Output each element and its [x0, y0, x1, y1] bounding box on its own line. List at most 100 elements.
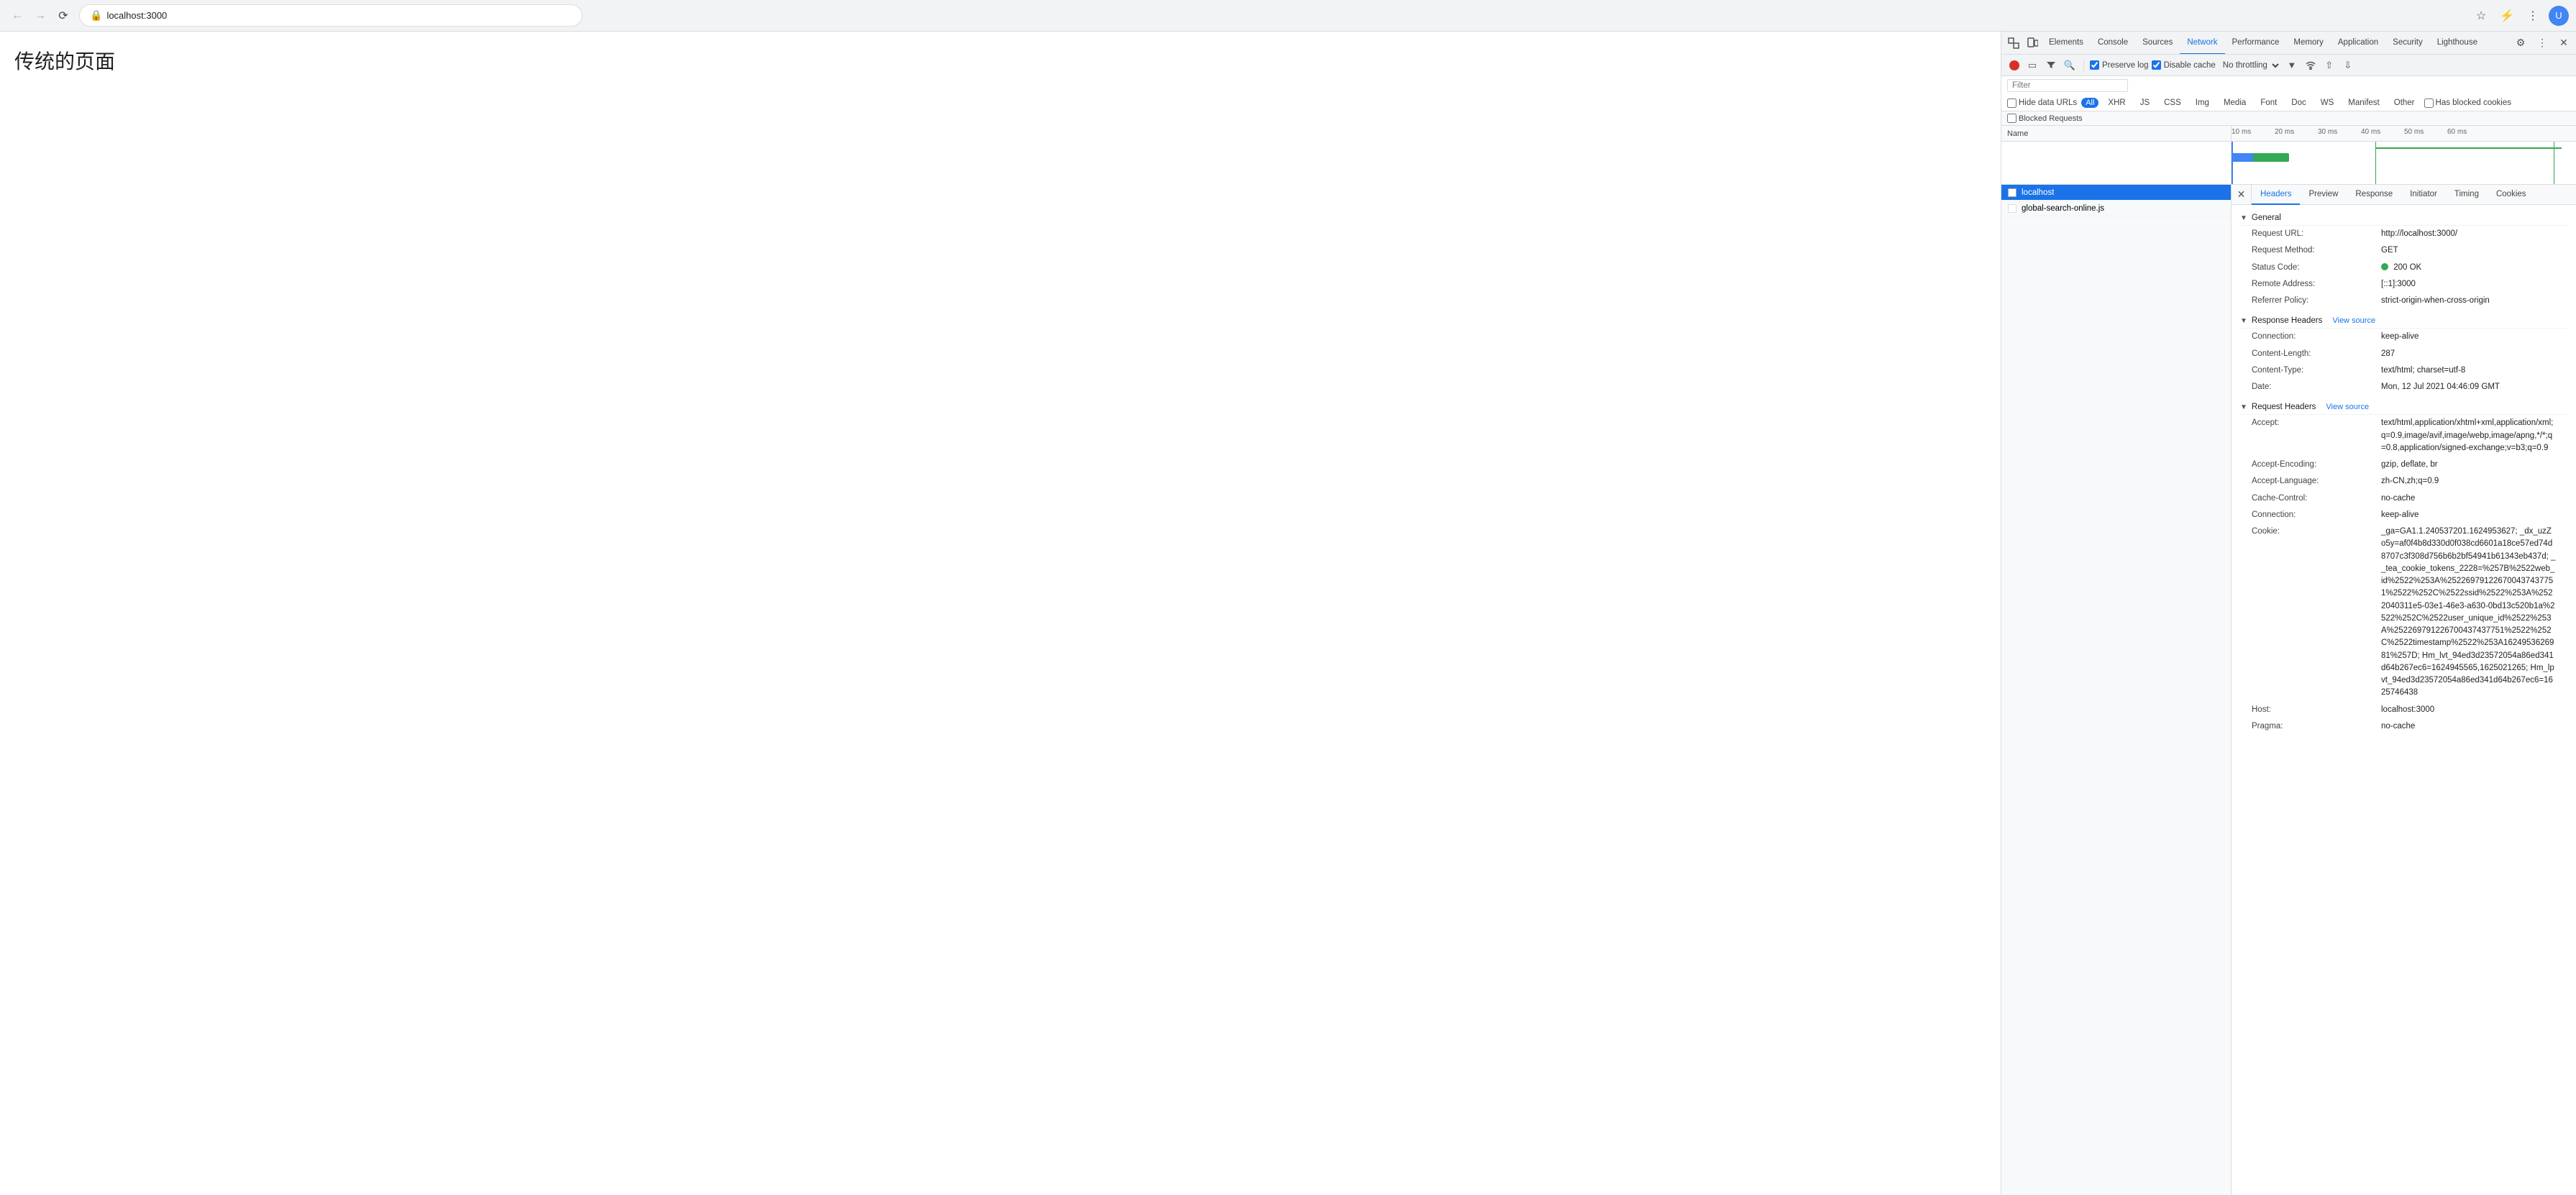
- filter-img[interactable]: Img: [2191, 98, 2214, 108]
- waterfall-bar-col: [2232, 142, 2576, 184]
- search-icon[interactable]: 🔍: [2062, 58, 2078, 73]
- filter-css[interactable]: CSS: [2159, 98, 2186, 108]
- network-requests: localhost global-search-online.js: [2001, 185, 2232, 1195]
- detail-close-button[interactable]: ✕: [2232, 185, 2252, 205]
- request-name-localhost: localhost: [2022, 188, 2054, 197]
- preserve-log-checkbox[interactable]: [2090, 60, 2099, 70]
- referrer-policy-value: strict-origin-when-cross-origin: [2381, 295, 2556, 307]
- nav-buttons: ← → ⟳: [7, 6, 73, 26]
- reload-button[interactable]: ⟳: [53, 6, 73, 26]
- tab-network[interactable]: Network: [2180, 32, 2224, 55]
- disable-cache-checkbox[interactable]: [2152, 60, 2161, 70]
- devtools-device-icon[interactable]: [2023, 34, 2042, 52]
- devtools-tabs: Elements Console Sources Network Perform…: [2001, 32, 2576, 55]
- tab-console[interactable]: Console: [2091, 32, 2135, 55]
- filter-icon[interactable]: [2043, 58, 2059, 73]
- waterfall-green-line: [2375, 142, 2376, 184]
- favicon-localhost: [2007, 188, 2017, 198]
- filter-media[interactable]: Media: [2219, 98, 2251, 108]
- wifi-icon[interactable]: [2303, 58, 2319, 73]
- request-headers-section[interactable]: ▼ Request Headers View source: [2240, 400, 2567, 415]
- tab-elements[interactable]: Elements: [2042, 32, 2091, 55]
- has-blocked-cookies-checkbox[interactable]: [2424, 99, 2434, 108]
- tab-performance[interactable]: Performance: [2225, 32, 2287, 55]
- detail-tab-preview[interactable]: Preview: [2300, 185, 2347, 205]
- more-button[interactable]: ⋮: [2523, 6, 2543, 26]
- tick-60ms: 60 ms: [2447, 128, 2467, 136]
- waterfall-start-line: [2232, 142, 2233, 184]
- request-headers-view-source[interactable]: View source: [2326, 403, 2369, 411]
- status-code-row: Status Code: 200 OK: [2240, 260, 2567, 276]
- extensions-button[interactable]: ⚡: [2497, 6, 2517, 26]
- detail-tab-response[interactable]: Response: [2347, 185, 2401, 205]
- filter-ws[interactable]: WS: [2316, 98, 2339, 108]
- separator-1: [2083, 60, 2084, 71]
- request-item-localhost[interactable]: localhost: [2001, 185, 2231, 201]
- disable-cache-label[interactable]: Disable cache: [2152, 60, 2216, 70]
- response-headers-section[interactable]: ▼ Response Headers View source: [2240, 313, 2567, 329]
- devtools-inspect-icon[interactable]: [2004, 34, 2023, 52]
- hide-data-urls-checkbox[interactable]: [2007, 99, 2017, 108]
- req-pragma-value: no-cache: [2381, 720, 2556, 733]
- address-bar[interactable]: 🔒 localhost:3000: [79, 4, 583, 27]
- tick-20ms: 20 ms: [2275, 128, 2294, 136]
- req-cookie-label: Cookie:: [2252, 526, 2381, 700]
- request-name-global-search: global-search-online.js: [2022, 204, 2104, 213]
- main-layout: 传统的页面 Elements Console Sources Network P…: [0, 32, 2576, 1195]
- download-icon[interactable]: ⇩: [2340, 58, 2356, 73]
- general-section-header[interactable]: ▼ General: [2240, 211, 2567, 226]
- close-devtools-icon[interactable]: ✕: [2554, 34, 2573, 52]
- tab-sources[interactable]: Sources: [2135, 32, 2180, 55]
- req-host-row: Host: localhost:3000: [2240, 702, 2567, 718]
- filter-other[interactable]: Other: [2389, 98, 2420, 108]
- filter-doc[interactable]: Doc: [2286, 98, 2311, 108]
- address-text: localhost:3000: [106, 10, 167, 21]
- throttle-arrow-icon[interactable]: ▼: [2284, 58, 2300, 73]
- response-headers-view-source[interactable]: View source: [2332, 316, 2375, 325]
- request-method-value: GET: [2381, 244, 2556, 257]
- detail-tab-timing[interactable]: Timing: [2446, 185, 2488, 205]
- filter-xhr[interactable]: XHR: [2103, 98, 2130, 108]
- filter-bar: Hide data URLs All XHR JS CSS Img Media …: [2001, 76, 2576, 111]
- general-arrow: ▼: [2240, 214, 2247, 222]
- upload-icon[interactable]: ⇧: [2321, 58, 2337, 73]
- tab-security[interactable]: Security: [2385, 32, 2430, 55]
- waterfall-name-col: [2001, 142, 2232, 184]
- settings-icon[interactable]: ⚙: [2511, 34, 2530, 52]
- tab-application[interactable]: Application: [2331, 32, 2385, 55]
- resp-content-type-label: Content-Type:: [2252, 365, 2381, 377]
- record-button[interactable]: [2007, 58, 2022, 73]
- devtools-top-icons: ⚙ ⋮ ✕: [2511, 34, 2573, 52]
- detail-tab-cookies[interactable]: Cookies: [2488, 185, 2535, 205]
- clear-button[interactable]: ▭: [2024, 58, 2040, 73]
- detail-tab-initiator[interactable]: Initiator: [2401, 185, 2446, 205]
- forward-button[interactable]: →: [30, 6, 50, 26]
- request-item-global-search[interactable]: global-search-online.js: [2001, 201, 2231, 216]
- preserve-log-label[interactable]: Preserve log: [2090, 60, 2149, 70]
- blocked-requests-label[interactable]: Blocked Requests: [2007, 114, 2083, 123]
- more-tools-icon[interactable]: ⋮: [2533, 34, 2552, 52]
- tab-lighthouse[interactable]: Lighthouse: [2430, 32, 2485, 55]
- bookmark-button[interactable]: ☆: [2471, 6, 2491, 26]
- detail-tabs: ✕ Headers Preview Response Initiator Tim…: [2232, 185, 2576, 205]
- filter-input[interactable]: [2007, 79, 2128, 92]
- tick-10ms: 10 ms: [2232, 128, 2251, 136]
- filter-js[interactable]: JS: [2135, 98, 2155, 108]
- tab-memory[interactable]: Memory: [2286, 32, 2331, 55]
- devtools-panel: Elements Console Sources Network Perform…: [2001, 32, 2576, 1195]
- filter-manifest[interactable]: Manifest: [2343, 98, 2384, 108]
- has-blocked-cookies-label[interactable]: Has blocked cookies: [2424, 99, 2511, 108]
- back-button[interactable]: ←: [7, 6, 27, 26]
- request-url-label: Request URL:: [2252, 228, 2381, 240]
- detail-tab-headers[interactable]: Headers: [2252, 185, 2300, 205]
- blocked-requests-checkbox[interactable]: [2007, 114, 2017, 123]
- browser-toolbar: ← → ⟳ 🔒 localhost:3000 ☆ ⚡ ⋮ U: [0, 0, 2576, 32]
- throttle-select[interactable]: No throttling: [2219, 60, 2281, 70]
- favicon-global-search: [2007, 203, 2017, 214]
- favicon-rect-2: [2008, 204, 2017, 213]
- hide-data-urls-label[interactable]: Hide data URLs: [2007, 99, 2077, 108]
- req-cookie-value: _ga=GA1.1.240537201.1624953627; _dx_uzZo…: [2381, 526, 2556, 700]
- avatar: U: [2549, 6, 2569, 26]
- req-accept-encoding-value: gzip, deflate, br: [2381, 459, 2556, 471]
- filter-font[interactable]: Font: [2255, 98, 2282, 108]
